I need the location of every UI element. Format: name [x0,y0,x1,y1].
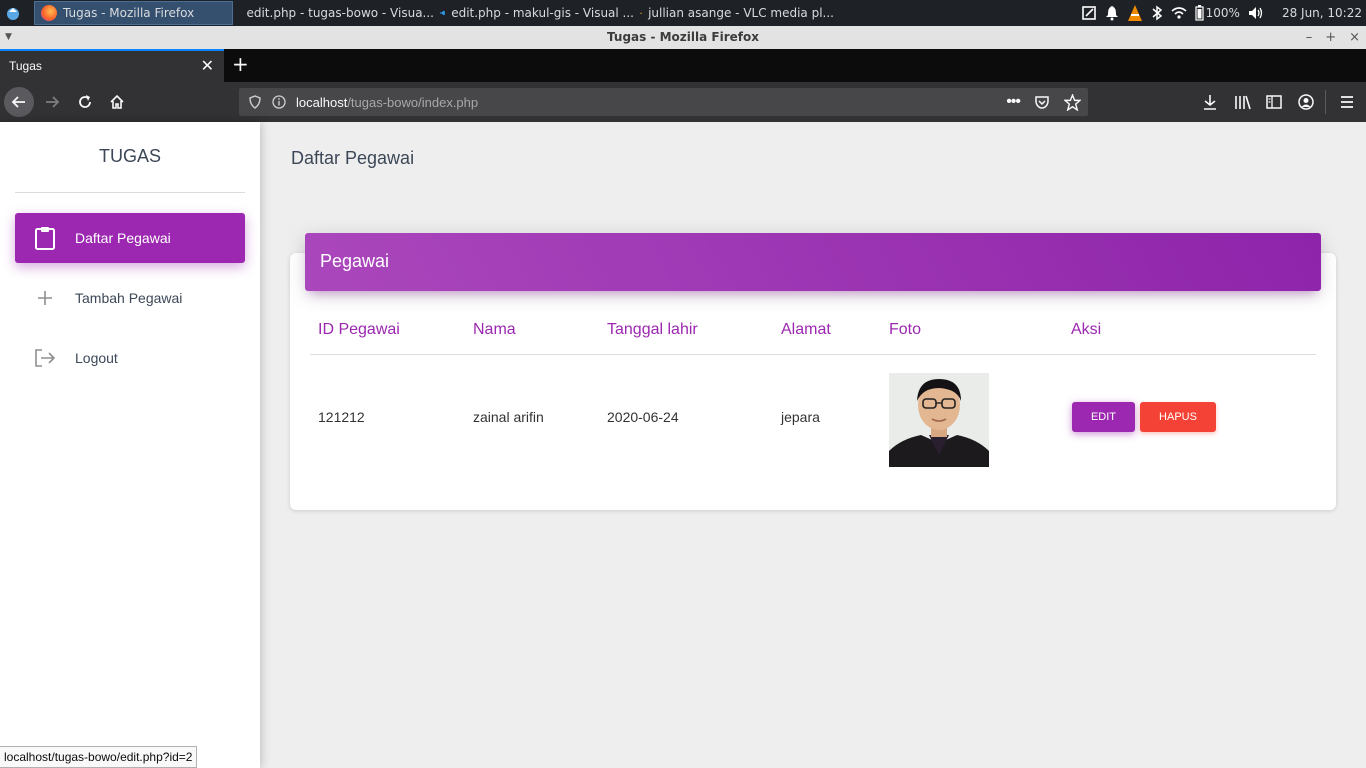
nav-divider [1325,90,1326,114]
status-bar-url: localhost/tugas-bowo/edit.php?id=2 [0,746,198,768]
url-path: /tugas-bowo/index.php [347,94,479,110]
battery-percent: 100% [1205,6,1240,20]
site-info-icon[interactable] [272,95,286,109]
column-header-alamat: Alamat [781,321,831,338]
card-header: Pegawai [305,233,1321,291]
taskbar-task-label: jullian asange - VLC media pl... [648,6,834,20]
taskbar-task-firefox[interactable]: Tugas - Mozilla Firefox [34,1,233,25]
bluetooth-icon[interactable] [1151,5,1163,21]
wifi-icon[interactable] [1171,6,1187,20]
forward-button[interactable] [37,87,67,117]
new-tab-icon[interactable]: + [232,52,249,76]
sidebar-item-logout[interactable]: Logout [15,333,245,383]
employee-photo [889,373,989,467]
taskbar-task-label: edit.php - tugas-bowo - Visua... [246,6,434,20]
taskbar-task-vscode-2[interactable]: edit.php - makul-gis - Visual ... [434,1,634,25]
cell-alamat: jepara [781,409,820,425]
vlc-tray-icon[interactable] [1127,4,1143,22]
sidebar-item-label: Logout [75,350,118,366]
sidebar-item-daftar-pegawai[interactable]: Daftar Pegawai [15,213,245,263]
notes-icon[interactable] [1081,5,1097,21]
firefox-icon [41,5,57,21]
taskbar-task-vscode-1[interactable]: edit.php - tugas-bowo - Visua... [234,1,434,25]
hamburger-menu-icon[interactable] [1339,94,1355,110]
home-button[interactable] [102,87,132,117]
downloads-icon[interactable] [1202,94,1218,110]
cell-tanggal: 2020-06-24 [607,409,679,425]
forward-arrow-icon [46,96,60,108]
maximize-icon[interactable]: + [1325,26,1336,49]
column-header-id: ID Pegawai [318,321,400,338]
window-menu-icon[interactable]: ▼ [5,26,12,49]
sidebar-toggle-icon[interactable] [1266,94,1282,110]
taskbar-task-label: edit.php - makul-gis - Visual ... [451,6,634,20]
url-host: localhost [296,94,348,110]
column-header-nama: Nama [473,321,516,338]
back-arrow-icon [11,96,25,108]
sidebar: TUGAS Daftar Pegawai Tambah Pegawai Logo… [0,122,260,768]
back-button[interactable] [4,87,34,117]
system-tray: 100% 28 Jun, 10:22 [1081,0,1366,26]
notification-bell-icon[interactable] [1105,5,1119,21]
library-icon[interactable] [1234,94,1252,110]
column-header-foto: Foto [889,321,922,338]
card-title: Pegawai [320,251,390,271]
cell-id: 121212 [318,409,365,425]
taskbar-task-vlc[interactable]: jullian asange - VLC media pl... [634,1,834,25]
tracking-shield-icon[interactable] [248,95,262,109]
browser-navbar: localhost/tugas-bowo/index.php ••• [0,82,1366,122]
url-text: localhost/tugas-bowo/index.php [296,95,478,110]
edit-button[interactable]: EDIT [1072,402,1135,432]
window-titlebar: ▼ Tugas - Mozilla Firefox – + × [0,26,1366,49]
close-window-icon[interactable]: × [1349,26,1360,49]
pocket-icon[interactable] [1034,94,1050,110]
page-actions-icon[interactable]: ••• [1006,93,1021,111]
reload-icon [79,95,91,108]
browser-tab[interactable]: Tugas ✕ [0,49,224,82]
sidebar-item-label: Daftar Pegawai [75,230,171,246]
clock[interactable]: 28 Jun, 10:22 [1282,6,1362,20]
brand-divider [15,192,245,193]
app-menu-icon[interactable] [4,4,22,22]
reload-button[interactable] [70,87,100,117]
home-icon [110,94,124,109]
sidebar-item-tambah-pegawai[interactable]: Tambah Pegawai [15,273,245,323]
window-title: Tugas - Mozilla Firefox [607,30,759,44]
browser-tabstrip: Tugas ✕ + [0,49,1366,82]
table-header-divider [310,354,1316,355]
plus-icon [15,289,75,307]
vlc-icon [640,12,642,14]
vscode-icon [440,10,445,16]
tab-close-icon[interactable]: ✕ [201,56,214,76]
sidebar-item-label: Tambah Pegawai [75,290,183,306]
tab-title: Tugas [9,59,42,73]
column-header-tanggal: Tanggal lahir [607,321,698,338]
os-taskbar: Tugas - Mozilla Firefox edit.php - tugas… [0,0,1366,26]
hapus-button[interactable]: HAPUS [1140,402,1216,432]
pegawai-card [290,253,1336,510]
volume-icon[interactable] [1248,6,1264,20]
url-bar[interactable]: localhost/tugas-bowo/index.php ••• [239,88,1088,116]
bookmark-star-icon[interactable] [1064,93,1081,111]
battery-indicator[interactable]: 100% [1195,5,1240,21]
minimize-icon[interactable]: – [1306,26,1313,49]
clipboard-icon [15,226,75,250]
column-header-aksi: Aksi [1071,321,1102,338]
account-icon[interactable] [1298,94,1314,110]
cell-nama: zainal arifin [473,409,544,425]
logout-icon [15,348,75,368]
page-title: Daftar Pegawai [291,148,415,168]
sidebar-brand[interactable]: TUGAS [0,146,260,167]
window-controls: – + × [1306,26,1360,49]
battery-icon [1195,5,1204,21]
taskbar-task-label: Tugas - Mozilla Firefox [63,6,195,20]
